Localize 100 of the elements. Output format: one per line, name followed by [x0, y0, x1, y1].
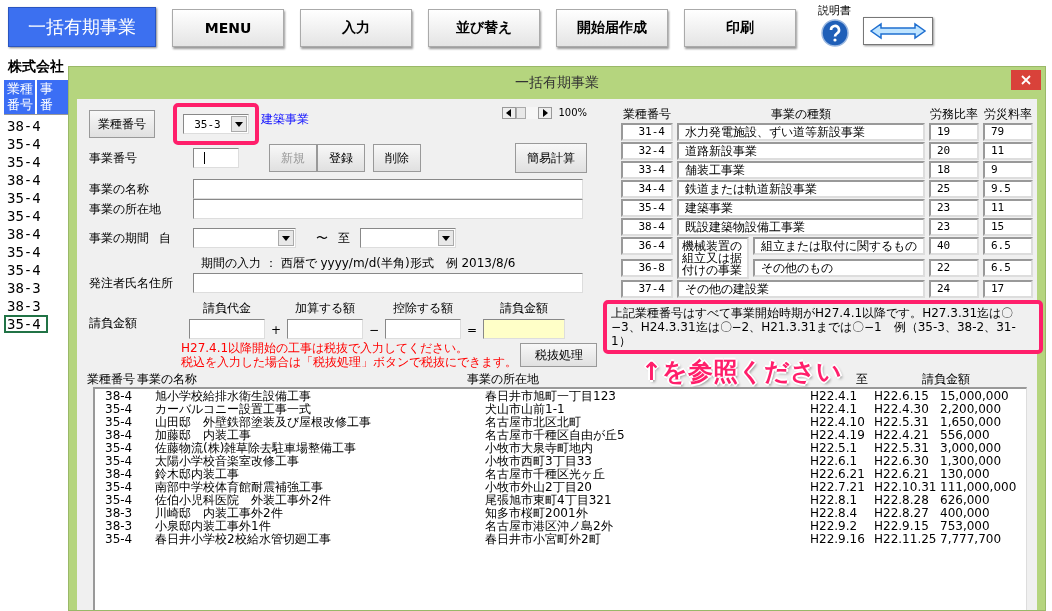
- sheet-cell[interactable]: 38-3: [4, 297, 48, 315]
- list-cell-text: 130,000: [940, 468, 991, 481]
- list-cell-text: 35-4: [105, 494, 134, 507]
- sheet-cell[interactable]: 35-4: [4, 207, 48, 225]
- business-location-field[interactable]: [193, 199, 583, 219]
- help-button[interactable]: [819, 18, 850, 48]
- table-cell: 11: [983, 199, 1033, 217]
- close-button[interactable]: [1011, 70, 1041, 90]
- tax-note: H27.4.1以降開始の工事は税抜で入力してください。 税込を入力した場合は「税抜処理」ボタンで税抜にできます。: [181, 341, 518, 369]
- tax-exclude-button[interactable]: 税抜処理: [520, 343, 597, 367]
- list-cell-text: H22.6.21: [874, 468, 930, 481]
- list-cell-text: H22.8.27: [874, 507, 930, 520]
- list-cell-text: 太陽小学校音楽室改修工事: [155, 455, 299, 468]
- type-name-text: 建築事業: [261, 110, 309, 128]
- list-cell-text: 38-4: [105, 429, 134, 442]
- list-cell-text: 1,650,000: [940, 416, 1003, 429]
- table-cell: 6.5: [983, 237, 1033, 255]
- sheet-cell[interactable]: 38-4: [4, 225, 48, 243]
- list-cell-text: 7,777,700: [940, 533, 1003, 546]
- field-label: 事業の名称: [89, 180, 150, 198]
- list-cell-text: 小泉邸内装工事外1件: [155, 520, 272, 533]
- simple-calc-button[interactable]: 簡易計算: [515, 143, 587, 173]
- sheet-cell[interactable]: 35-4: [4, 153, 48, 171]
- sheet-cell[interactable]: 35-4: [4, 315, 48, 333]
- sheet-cell[interactable]: 38-3: [4, 279, 48, 297]
- list-cell-text: H22.5.1: [810, 442, 859, 455]
- table-cell: 32-4: [621, 142, 673, 160]
- action-button[interactable]: 削除: [373, 144, 421, 172]
- list-cell-text: H22.7.21: [810, 481, 866, 494]
- help-icon: [820, 19, 849, 47]
- list-cell-text: 35-4: [105, 533, 134, 546]
- toolbar-button[interactable]: 開始届作成: [556, 9, 668, 47]
- list-cell-text: 35-4: [105, 442, 134, 455]
- list-cell-text: 小牧市大泉寺町地内: [485, 442, 594, 455]
- field-label: 事業の期間: [89, 229, 149, 247]
- column-header: 事 番: [37, 80, 68, 114]
- swap-button[interactable]: [863, 17, 933, 45]
- list-cell-text: 犬山市山前1-1: [485, 403, 566, 416]
- list-cell-text: 38-3: [105, 520, 134, 533]
- toolbar-button[interactable]: MENU: [172, 9, 284, 47]
- amount-field[interactable]: [189, 319, 265, 339]
- zoom-scrollbar[interactable]: [502, 107, 553, 119]
- list-cell-text: 1,300,000: [940, 455, 1003, 468]
- type-number-dropdown[interactable]: 35-3: [183, 114, 249, 134]
- list-cell-text: H22.4.19: [810, 429, 866, 442]
- column-heading: 請負金額: [500, 300, 548, 317]
- table-cell: 15: [983, 218, 1033, 236]
- list-cell-text: 556,000: [940, 429, 991, 442]
- table-cell: 79: [983, 123, 1033, 141]
- list-cell-text: H22.9.15: [874, 520, 930, 533]
- toolbar-button[interactable]: 並び替え: [428, 9, 540, 47]
- list-cell-text: 111,000,000: [940, 481, 1018, 494]
- column-heading: 業種番号: [622, 107, 672, 122]
- column-heading: 労務比率: [929, 107, 979, 122]
- list-cell-text: H22.9.16: [810, 533, 866, 546]
- list-cell-text: 35-4: [105, 416, 134, 429]
- orderer-field[interactable]: [193, 273, 583, 293]
- business-number-field[interactable]: [193, 148, 239, 168]
- notice-text: 上記業種番号はすべて事業開始時期がH27.4.1以降です。H27.3.31迄は〇−3、H24.3.31迄は〇−2、H21.3.31までは〇−1 例（35-3、38-2、31-1）: [611, 306, 1017, 348]
- sheet-cell[interactable]: 35-4: [4, 135, 48, 153]
- start-date-dropdown[interactable]: [193, 228, 296, 248]
- toolbar-button[interactable]: 入力: [300, 9, 412, 47]
- app-title-button[interactable]: 一括有期事業: [8, 7, 156, 47]
- sheet-cell[interactable]: 35-4: [4, 261, 48, 279]
- field-label: 発注者氏名住所: [89, 274, 174, 292]
- list-cell-text: 名古屋市港区沖ノ島2外: [485, 520, 614, 533]
- sheet-cell[interactable]: 35-4: [4, 189, 48, 207]
- list-box[interactable]: [93, 387, 1027, 610]
- sheet-cell[interactable]: 35-4: [4, 243, 48, 261]
- operator-sign: −: [367, 322, 381, 339]
- table-cell: 6.5: [983, 258, 1033, 277]
- list-cell-text: 35-4: [105, 481, 134, 494]
- type-number-button[interactable]: 業種番号: [89, 110, 155, 138]
- dialog-title: 一括有期事業: [515, 74, 599, 92]
- list-cell-text: H22.5.31: [874, 442, 930, 455]
- amount-field[interactable]: [287, 319, 363, 339]
- toolbar-button[interactable]: 印刷: [684, 9, 796, 47]
- amount-field[interactable]: [483, 319, 565, 339]
- period-note: 期間の入力 ： 西暦で yyyy/m/d(半角)形式 例 2013/8/6: [200, 255, 517, 272]
- table-cell: 水力発電施設、ずい道等新設事業: [677, 123, 925, 141]
- list-cell-text: H22.4.10: [810, 416, 866, 429]
- amount-field[interactable]: [385, 319, 461, 339]
- table-cell: 33-4: [621, 161, 673, 179]
- business-name-field[interactable]: [193, 179, 583, 199]
- list-cell-text: H22.4.1: [810, 390, 859, 403]
- zoom-percent: 100%: [558, 106, 587, 118]
- field-label: 請負金額: [89, 314, 138, 332]
- list-cell-text: 15,000,000: [940, 390, 1010, 403]
- scroll-right-icon: [538, 107, 553, 119]
- table-cell: 23: [929, 218, 979, 236]
- action-button[interactable]: 登録: [317, 144, 365, 172]
- column-heading: 業種番号: [87, 371, 135, 387]
- table-cell: 19: [929, 123, 979, 141]
- list-cell-text: H22.8.1: [810, 494, 859, 507]
- list-cell-text: 山田邸 外壁鉄部塗装及び屋根改修工事: [155, 416, 372, 429]
- end-date-dropdown[interactable]: [360, 228, 456, 248]
- list-cell-text: 35-4: [105, 455, 134, 468]
- list-cell-text: 鈴木邸内装工事: [155, 468, 239, 481]
- sheet-cell[interactable]: 38-4: [4, 171, 48, 189]
- sheet-cell[interactable]: 38-4: [4, 117, 48, 135]
